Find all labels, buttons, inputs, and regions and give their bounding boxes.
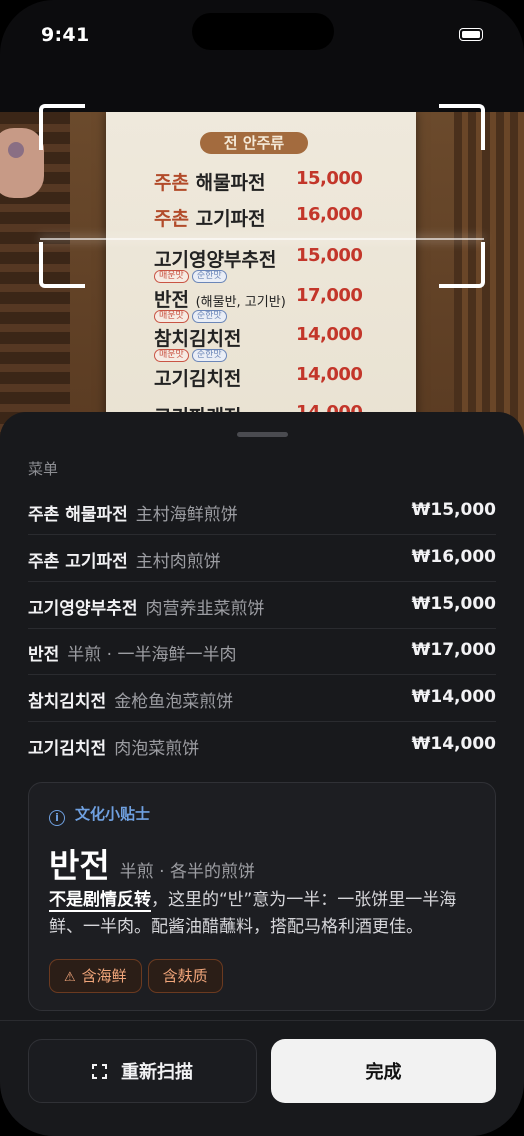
spicy-tag: 매운맛: [154, 349, 189, 362]
sheet-grabber[interactable]: [237, 432, 288, 437]
item-price: ₩17,000: [411, 640, 496, 660]
menu-item[interactable]: 주촌 해물파전 主村海鲜煎饼 ₩15,000: [28, 488, 496, 535]
spicy-tag: 매운맛: [154, 270, 189, 283]
dynamic-island: [192, 13, 334, 50]
scan-line: [40, 238, 484, 240]
done-button[interactable]: 完成: [271, 1039, 496, 1103]
menu-item[interactable]: 참치김치전 金枪鱼泡菜煎饼 ₩14,000: [28, 675, 496, 722]
tip-body: 不是剧情反转，这里的“반”意为一半：一张饼里一半海鲜、一半肉。配酱油醋蘸料，搭配…: [49, 887, 483, 941]
rescan-label: 重新扫描: [121, 1062, 193, 1083]
menu-board-row: 주촌 고기파전 16,000: [106, 204, 416, 234]
row-name: 고기영양부추전: [154, 249, 277, 271]
item-price: ₩14,000: [411, 687, 496, 707]
finger: [0, 128, 44, 198]
section-label: 菜单: [28, 460, 59, 478]
row-price: 14,000: [296, 364, 363, 385]
scan-frame-corner: [39, 104, 85, 150]
scan-frame-corner: [39, 242, 85, 288]
item-translation: 金枪鱼泡菜煎饼: [114, 692, 234, 712]
menu-board-row: 참치김치전 14,000 매운맛 순한맛: [106, 324, 416, 362]
item-translation: 肉营养韭菜煎饼: [145, 599, 265, 619]
done-label: 完成: [365, 1062, 402, 1083]
scan-icon: [92, 1063, 107, 1079]
rescan-button[interactable]: 重新扫描: [28, 1039, 257, 1103]
battery-icon: [459, 28, 483, 41]
item-korean-name: 참치김치전: [28, 692, 107, 712]
scan-frame-corner: [439, 242, 485, 288]
tip-label: 文化小贴士: [75, 805, 151, 823]
fingernail: [8, 142, 24, 158]
item-translation: 主村肉煎饼: [135, 552, 221, 572]
row-price: 16,000: [296, 204, 363, 225]
item-price: ₩15,000: [411, 594, 496, 614]
item-price: ₩16,000: [411, 547, 496, 567]
menu-board-row: 반전 (해물반, 고기반) 17,000 매운맛 순한맛: [106, 285, 416, 323]
info-icon: i: [49, 810, 65, 826]
culture-tip-card: i 文化小贴士 반전 半煎 · 各半的煎饼 不是剧情反转，这里的“반”意为一半：一张…: [28, 782, 496, 1011]
row-note: (해물반, 고기반): [195, 295, 286, 310]
status-time: 9:41: [41, 24, 90, 46]
menu-board-row: 고기영양부추전 15,000 매운맛 순한맛: [106, 245, 416, 283]
phone-screen: 9:41 전 안주류 주촌 해물파전 15,000 주촌 고기파전 16,000…: [0, 0, 524, 1136]
item-korean-name: 고기영양부추전: [28, 599, 138, 619]
item-translation: 肉泡菜煎饼: [114, 739, 200, 759]
row-name: 참치김치전: [154, 328, 242, 350]
row-name: 해물파전: [195, 172, 266, 194]
tip-title: 반전: [49, 846, 110, 885]
menu-item[interactable]: 반전 半煎 · 一半海鲜一半肉 ₩17,000: [28, 628, 496, 675]
row-price: 15,000: [296, 168, 363, 189]
menu-board-header: 전 안주류: [200, 132, 308, 154]
warning-icon: ⚠: [64, 970, 76, 985]
tip-emphasis: 不是剧情反转: [49, 890, 151, 912]
row-prefix: 주촌: [154, 208, 189, 230]
menu-board-row: 주촌 해물파전 15,000: [106, 168, 416, 198]
menu-item[interactable]: 고기김치전 肉泡菜煎饼 ₩14,000: [28, 722, 496, 769]
allergen-chip-seafood: ⚠ 含海鲜: [49, 959, 142, 993]
row-price: 17,000: [296, 285, 363, 306]
item-price: ₩14,000: [411, 734, 496, 754]
item-translation: 主村海鲜煎饼: [135, 505, 238, 525]
mild-tag: 순한맛: [191, 349, 227, 362]
allergen-chip-gluten: 含麸质: [147, 959, 223, 993]
results-sheet: 菜单 주촌 해물파전 主村海鲜煎饼 ₩15,000 주촌 고기파전 主村肉煎饼 ₩1…: [0, 412, 524, 1136]
tip-subtitle: 半煎 · 各半的煎饼: [119, 862, 255, 882]
row-name: 반전: [154, 289, 189, 311]
divider: [0, 1020, 524, 1021]
mild-tag: 순한맛: [191, 310, 227, 323]
menu-board-photo: 전 안주류 주촌 해물파전 15,000 주촌 고기파전 16,000 고기영양…: [106, 112, 416, 442]
item-korean-name: 반전: [28, 645, 60, 665]
item-korean-name: 고기김치전: [28, 739, 107, 759]
item-korean-name: 주촌 고기파전: [28, 552, 128, 572]
scan-frame-corner: [439, 104, 485, 150]
menu-board-row: 고기김치전 14,000: [106, 364, 416, 394]
item-translation: 半煎 · 一半海鲜一半肉: [67, 645, 237, 665]
row-price: 14,000: [296, 324, 363, 345]
row-name: 고기김치전: [154, 368, 242, 390]
row-price: 15,000: [296, 245, 363, 266]
item-price: ₩15,000: [411, 500, 496, 520]
menu-item[interactable]: 고기영양부추전 肉营养韭菜煎饼 ₩15,000: [28, 582, 496, 629]
status-bar: 9:41: [0, 0, 524, 70]
spicy-tag: 매운맛: [154, 310, 189, 323]
menu-item[interactable]: 주촌 고기파전 主村肉煎饼 ₩16,000: [28, 535, 496, 582]
row-prefix: 주촌: [154, 172, 189, 194]
row-name: 고기파전: [195, 208, 266, 230]
item-korean-name: 주촌 해물파전: [28, 505, 128, 525]
mild-tag: 순한맛: [191, 270, 227, 283]
